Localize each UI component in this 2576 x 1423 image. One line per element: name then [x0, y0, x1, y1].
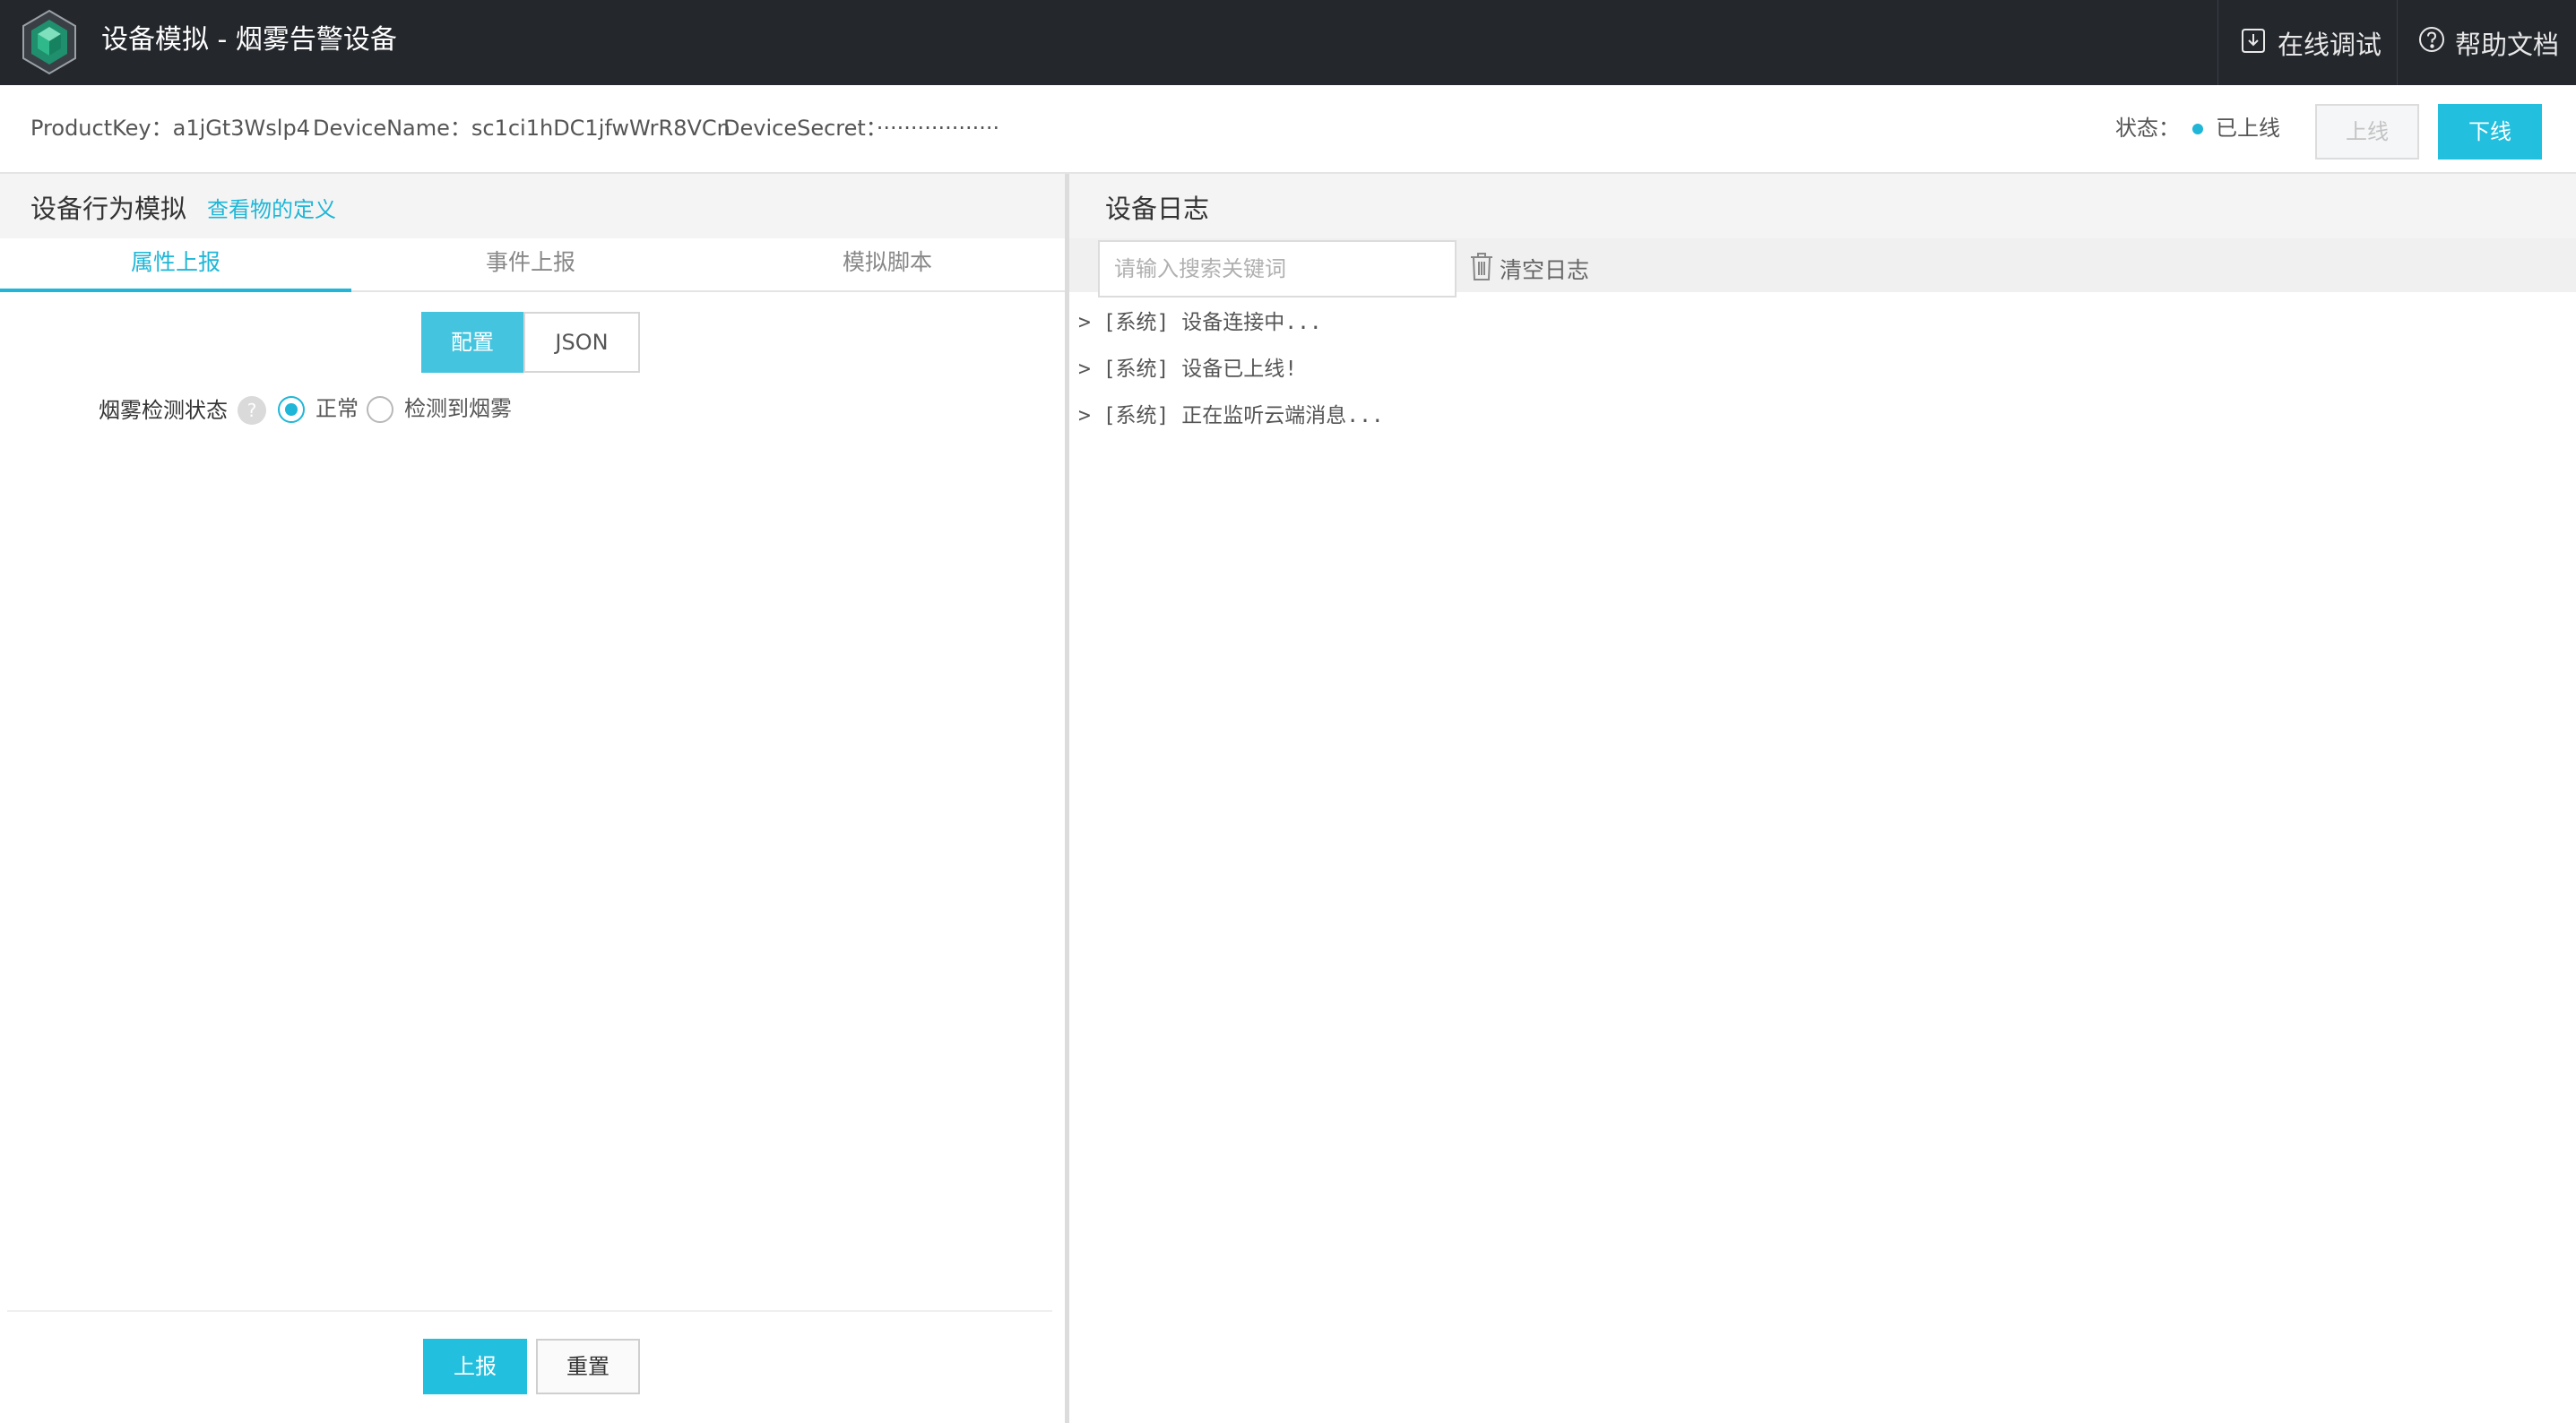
top-bar: 设备模拟 - 烟雾告警设备 在线调试 帮助文档 [0, 0, 2576, 85]
divider [7, 1310, 1052, 1312]
device-log-panel: 设备日志 清空日志 > [系统] 设备连接中... > [系统] 设备已上线! … [1069, 174, 2576, 1423]
config-mode-button[interactable]: 配置 [421, 312, 523, 373]
online-debug-button[interactable]: 在线调试 [2217, 0, 2397, 85]
panel-title: 设备行为模拟 [30, 194, 187, 224]
app-logo-icon [20, 9, 79, 75]
help-docs-label: 帮助文档 [2455, 29, 2560, 60]
clear-log-label: 清空日志 [1500, 257, 1590, 283]
status-label: 状态： [2115, 116, 2180, 141]
radio-smoke-detected[interactable] [367, 396, 393, 423]
offline-button[interactable]: 下线 [2438, 104, 2542, 160]
tab-simulation-script[interactable]: 模拟脚本 [710, 238, 1065, 292]
reset-button[interactable]: 重置 [536, 1339, 640, 1394]
log-panel-header: 设备日志 [1069, 174, 2576, 238]
help-docs-button[interactable]: 帮助文档 [2397, 0, 2576, 85]
tab-bar: 属性上报 事件上报 模拟脚本 [0, 238, 1065, 292]
panel-header: 设备行为模拟 查看物的定义 [0, 174, 1065, 238]
tab-property-report[interactable]: 属性上报 [0, 238, 351, 292]
radio-smoke-detected-label[interactable]: 检测到烟雾 [404, 391, 512, 427]
log-search-input[interactable] [1098, 240, 1457, 298]
status-value: 已上线 [2216, 116, 2280, 141]
report-button[interactable]: 上报 [423, 1339, 527, 1394]
online-debug-label: 在线调试 [2278, 29, 2382, 60]
trash-icon [1467, 250, 1500, 288]
log-panel-title: 设备日志 [1105, 194, 1210, 224]
download-box-icon [2238, 24, 2278, 61]
log-entry: > [系统] 正在监听云端消息... [1078, 404, 1384, 427]
app-title: 设备模拟 - 烟雾告警设备 [101, 24, 397, 56]
tab-event-report[interactable]: 事件上报 [351, 238, 710, 292]
product-key: ProductKey：a1jGt3Wslp4 [30, 116, 310, 141]
question-circle-icon [2417, 25, 2455, 60]
online-button[interactable]: 上线 [2315, 104, 2419, 160]
log-entry: > [系统] 设备连接中... [1078, 311, 1322, 334]
device-secret: DeviceSecret：·················· [723, 116, 1000, 141]
json-mode-button[interactable]: JSON [523, 312, 640, 373]
smoke-status-label: 烟雾检测状态 [99, 398, 228, 423]
radio-normal[interactable] [278, 396, 305, 423]
view-definition-link[interactable]: 查看物的定义 [207, 174, 336, 246]
device-name: DeviceName：sc1ci1hDC1jfwWrR8VCn [313, 116, 730, 141]
device-info-bar: ProductKey：a1jGt3Wslp4 DeviceName：sc1ci1… [0, 85, 2576, 174]
radio-normal-label[interactable]: 正常 [316, 391, 359, 427]
status-dot-icon [2192, 124, 2203, 134]
behavior-simulation-panel: 设备行为模拟 查看物的定义 属性上报 事件上报 模拟脚本 配置 JSON 烟雾检… [0, 174, 1069, 1423]
help-icon[interactable]: ? [238, 396, 266, 425]
clear-log-button[interactable]: 清空日志 [1467, 249, 1589, 289]
log-entry: > [系统] 设备已上线! [1078, 358, 1298, 381]
